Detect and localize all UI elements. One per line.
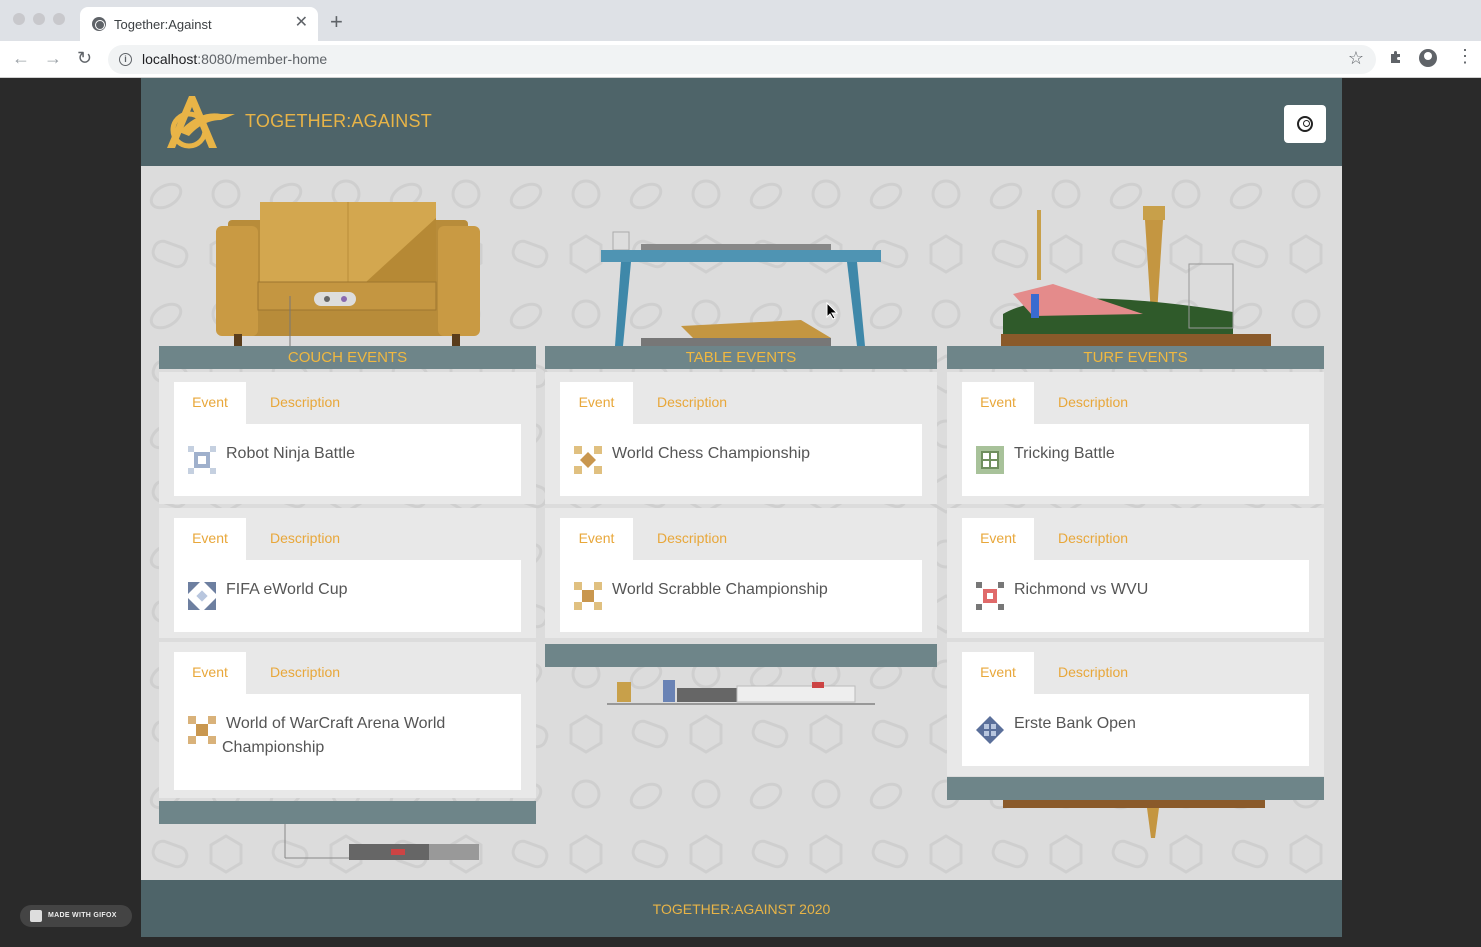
event-body: World Chess Championship [560, 424, 922, 496]
couch-illustration [216, 202, 480, 348]
footer-text: TOGETHER:AGAINST 2020 [652, 901, 831, 917]
table-events-header: TABLE EVENTS [545, 346, 937, 369]
event-card: Event Description World Scrabble Champio… [545, 508, 937, 638]
event-body: Robot Ninja Battle [174, 424, 521, 496]
maximize-window-button[interactable] [53, 13, 65, 25]
reload-icon[interactable]: ↻ [77, 47, 92, 69]
tab-description[interactable]: Description [1042, 382, 1144, 424]
golf-tee-illustration [1003, 800, 1265, 838]
close-window-button[interactable] [13, 13, 25, 25]
tab-close-icon[interactable]: ✕ [295, 14, 308, 32]
brand-title[interactable]: TOGETHER:AGAINST [245, 111, 432, 132]
tab-event[interactable]: Event [962, 518, 1034, 560]
turf-events-header: TURF EVENTS [947, 346, 1324, 369]
tab-description[interactable]: Description [1042, 652, 1144, 694]
event-body: Erste Bank Open [962, 694, 1309, 766]
tab-event[interactable]: Event [174, 652, 246, 694]
event-card: Event Description Richmond vs WVU [947, 508, 1324, 638]
event-name[interactable]: Tricking Battle [1014, 442, 1115, 466]
tab-event[interactable]: Event [962, 652, 1034, 694]
minimize-window-button[interactable] [33, 13, 45, 25]
turf-illustration [1001, 206, 1271, 346]
event-name[interactable]: Erste Bank Open [1014, 712, 1136, 736]
tab-event[interactable]: Event [962, 382, 1034, 424]
bookmark-star-icon[interactable]: ☆ [1348, 48, 1364, 69]
event-body: World of WarCraft Arena World Championshi… [174, 694, 521, 790]
event-avatar-icon [188, 716, 216, 744]
event-name[interactable]: World Scrabble Championship [612, 578, 828, 602]
app-header: TOGETHER:AGAINST [141, 78, 1342, 166]
event-avatar-icon [188, 582, 216, 610]
board-games-illustration [607, 680, 875, 705]
event-name[interactable]: FIFA eWorld Cup [226, 578, 348, 602]
browser-tab[interactable]: Together:Against ✕ [80, 7, 318, 41]
event-name[interactable]: World Chess Championship [612, 442, 810, 466]
gifox-watermark: MADE WITH GIFOX [20, 905, 132, 927]
couch-events-header: COUCH EVENTS [159, 346, 536, 369]
table-column-base [545, 644, 937, 667]
account-button[interactable] [1284, 105, 1326, 143]
event-name[interactable]: Robot Ninja Battle [226, 442, 355, 466]
user-circle-icon [1297, 116, 1313, 132]
tab-event[interactable]: Event [174, 518, 246, 560]
event-card: Event Description Tricking Battle [947, 372, 1324, 504]
forward-arrow-icon[interactable]: → [44, 47, 62, 69]
tab-title: Together:Against [114, 17, 212, 32]
game-console-illustration [284, 824, 479, 860]
globe-icon [92, 17, 106, 31]
tab-description[interactable]: Description [254, 382, 356, 424]
event-avatar-icon [976, 582, 1004, 610]
tab-event[interactable]: Event [560, 382, 633, 424]
info-icon[interactable]: i [119, 53, 132, 66]
tab-event[interactable]: Event [174, 382, 246, 424]
event-card: Event Description FIFA eWorld Cup [159, 508, 536, 638]
tab-strip: Together:Against ✕ + [0, 0, 1481, 41]
browser-toolbar: ← → ↻ i localhost:8080/member-home ☆ ⋮ [0, 41, 1481, 78]
event-body: World Scrabble Championship [560, 560, 922, 632]
browser-window: Together:Against ✕ + ← → ↻ i localhost:8… [0, 0, 1481, 78]
tab-event[interactable]: Event [560, 518, 633, 560]
tab-description[interactable]: Description [641, 518, 743, 560]
table-illustration [601, 231, 881, 346]
event-body: FIFA eWorld Cup [174, 560, 521, 632]
app-footer: TOGETHER:AGAINST 2020 [141, 880, 1342, 937]
event-card: Event Description Robot Ninja Battle [159, 372, 536, 504]
couch-column-base [159, 801, 536, 824]
address-bar[interactable]: i localhost:8080/member-home ☆ [108, 45, 1376, 74]
page: TOGETHER:AGAINST COUCH EVENTS Event Desc… [141, 78, 1342, 937]
together-against-logo[interactable] [159, 92, 237, 152]
event-avatar-icon [574, 582, 602, 610]
turf-column-base [947, 777, 1324, 800]
new-tab-button[interactable]: + [330, 11, 343, 33]
event-card: Event Description World of WarCraft Aren… [159, 642, 536, 798]
event-avatar-icon [188, 446, 216, 474]
event-body: Richmond vs WVU [962, 560, 1309, 632]
tab-description[interactable]: Description [254, 652, 356, 694]
tab-description[interactable]: Description [254, 518, 356, 560]
back-arrow-icon[interactable]: ← [12, 47, 30, 69]
fox-icon [30, 910, 42, 922]
event-avatar-icon [574, 446, 602, 474]
event-name[interactable]: World of WarCraft Arena World Championshi… [222, 712, 445, 760]
event-body: Tricking Battle [962, 424, 1309, 496]
url-text: localhost:8080/member-home [142, 51, 328, 67]
tab-description[interactable]: Description [641, 382, 743, 424]
event-name[interactable]: Richmond vs WVU [1014, 578, 1148, 602]
tab-description[interactable]: Description [1042, 518, 1144, 560]
profile-icon[interactable] [1419, 49, 1437, 67]
event-card: Event Description World Chess Championsh… [545, 372, 937, 504]
event-avatar-icon [976, 716, 1004, 744]
kebab-menu-icon[interactable]: ⋮ [1456, 47, 1474, 65]
event-card: Event Description Erste Bank Open [947, 642, 1324, 776]
extensions-puzzle-icon[interactable] [1388, 49, 1404, 65]
mouse-cursor-icon [826, 302, 838, 320]
event-avatar-icon [976, 446, 1004, 474]
